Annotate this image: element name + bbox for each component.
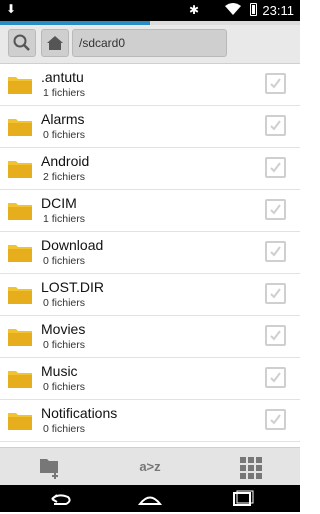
search-button[interactable]	[8, 29, 36, 57]
file-count: 0 fichiers	[43, 423, 86, 435]
file-name: Android	[41, 153, 90, 169]
check-icon	[270, 414, 281, 425]
file-name: Music	[41, 363, 78, 379]
folder-icon	[8, 287, 32, 304]
file-row[interactable]: .antutu 1 fichiers	[0, 64, 300, 106]
recents-icon	[233, 490, 254, 506]
file-name: Movies	[41, 321, 86, 337]
select-checkbox[interactable]	[265, 325, 286, 346]
select-checkbox[interactable]	[265, 73, 286, 94]
file-count: 0 fichiers	[43, 129, 86, 141]
folder-icon	[8, 119, 32, 136]
file-name: LOST.DIR	[41, 279, 105, 295]
file-count: 0 fichiers	[43, 297, 86, 309]
battery-icon	[250, 3, 257, 16]
folder-icon	[8, 77, 32, 94]
select-checkbox[interactable]	[265, 157, 286, 178]
folder-icon	[8, 161, 32, 178]
file-name: Alarms	[41, 111, 85, 127]
bottom-bar: a>z	[0, 447, 300, 486]
select-checkbox[interactable]	[265, 241, 286, 262]
file-name: Download	[41, 237, 104, 253]
download-icon: ⬇	[6, 2, 17, 16]
file-name: Notifications	[41, 405, 118, 421]
navigation-bar	[0, 485, 300, 512]
status-bar: ⬇ ✱ 23:11	[0, 0, 300, 21]
check-icon	[270, 372, 281, 383]
path-breadcrumb[interactable]: /sdcard0	[72, 29, 227, 57]
recents-button[interactable]	[228, 489, 256, 509]
folder-icon	[8, 203, 32, 220]
file-row[interactable]: Android 2 fichiers	[0, 148, 300, 190]
file-list: .antutu 1 fichiers Alarms 0 fichiers Android…	[0, 64, 300, 446]
folder-icon	[8, 329, 32, 346]
file-row[interactable]: DCIM 1 fichiers	[0, 190, 300, 232]
file-name: DCIM	[41, 195, 77, 211]
check-icon	[270, 330, 281, 341]
bluetooth-icon: ✱	[189, 3, 200, 17]
file-row[interactable]: Music 0 fichiers	[0, 358, 300, 400]
folder-icon	[8, 413, 32, 430]
new-folder-button[interactable]	[37, 454, 65, 480]
grid-view-button[interactable]	[237, 454, 265, 480]
file-count: 0 fichiers	[43, 381, 86, 393]
file-row[interactable]: Alarms 0 fichiers	[0, 106, 300, 148]
file-count: 0 fichiers	[43, 339, 86, 351]
select-checkbox[interactable]	[265, 409, 286, 430]
grid-view-icon	[240, 457, 262, 479]
file-row[interactable]: LOST.DIR 0 fichiers	[0, 274, 300, 316]
select-checkbox[interactable]	[265, 283, 286, 304]
folder-icon	[8, 371, 32, 388]
file-count: 2 fichiers	[43, 171, 86, 183]
sort-az-button[interactable]: a>z	[136, 454, 164, 480]
file-name: .antutu	[41, 69, 84, 85]
check-icon	[270, 78, 281, 89]
back-icon	[51, 494, 71, 505]
check-icon	[270, 120, 281, 131]
wifi-icon	[225, 3, 241, 19]
select-checkbox[interactable]	[265, 367, 286, 388]
check-icon	[270, 162, 281, 173]
back-button[interactable]	[46, 489, 74, 509]
select-checkbox[interactable]	[265, 115, 286, 136]
sort-az-icon: a>z	[139, 459, 161, 474]
file-count: 1 fichiers	[43, 87, 86, 99]
select-checkbox[interactable]	[265, 199, 286, 220]
file-row[interactable]: Notifications 0 fichiers	[0, 400, 300, 442]
file-row[interactable]: Download 0 fichiers	[0, 232, 300, 274]
check-icon	[270, 288, 281, 299]
file-row[interactable]: Movies 0 fichiers	[0, 316, 300, 358]
file-count: 0 fichiers	[43, 255, 86, 267]
search-icon	[13, 34, 30, 51]
folder-icon	[8, 245, 32, 262]
new-folder-icon	[40, 459, 58, 479]
home-nav-button[interactable]	[136, 489, 164, 509]
home-nav-icon	[137, 496, 163, 505]
check-icon	[270, 204, 281, 215]
status-time: 23:11	[262, 3, 294, 18]
home-icon	[47, 36, 63, 50]
file-count: 1 fichiers	[43, 213, 86, 225]
check-icon	[270, 246, 281, 257]
toolbar: /sdcard0	[0, 25, 300, 64]
home-button[interactable]	[41, 29, 69, 57]
